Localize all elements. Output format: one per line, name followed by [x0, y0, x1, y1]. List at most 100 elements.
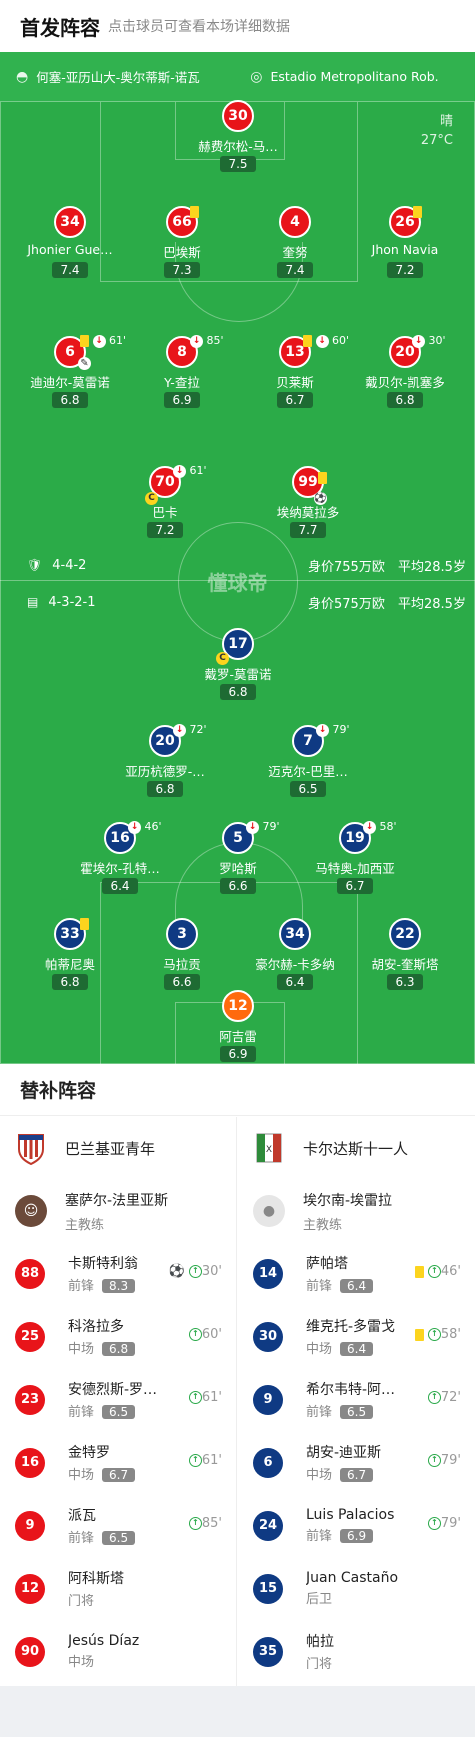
home-player[interactable]: 99 埃纳莫拉多 7.7 [248, 466, 368, 538]
home-player[interactable]: 34 Jhonier Gue… 7.4 [10, 206, 130, 278]
sub-name: Jesús Díaz [68, 1633, 140, 1649]
sub-player[interactable]: 14 萨帕塔 前锋 6.4 ↑ 46' [238, 1242, 475, 1305]
match-info-bar: ◓ 何塞-亚历山大-奥尔蒂斯-诺瓦 ◎ Estadio Metropolitan… [0, 52, 475, 102]
away-subs-column: X 卡尔达斯十一人 ● 埃尔南-埃雷拉 主教练 14 萨帕塔 前锋 6.4 ↑ 46' 3… [238, 1117, 475, 1686]
sub-player[interactable]: 30 维克托-多雷戈 中场 6.4 ↑ 58' [238, 1305, 475, 1368]
sub-position: 中场 [306, 1468, 333, 1483]
sub-player[interactable]: 25 科洛拉多 中场 6.8 ↑ 60' [0, 1305, 236, 1368]
substitution-icon: ↓ [173, 464, 186, 478]
away-player[interactable]: 22 胡安-奎斯塔 6.3 [345, 918, 465, 990]
yellow-card-icon [413, 206, 422, 218]
player-name: 马拉贡 [163, 957, 201, 971]
home-subs-column: 巴兰基亚青年 ☺ 塞萨尔-法里亚斯 主教练 88 卡斯特利翁 前锋 8.3 ⚽ ↑ 30' … [0, 1117, 237, 1686]
lineup-header: 首发阵容 点击球员可查看本场详细数据 [0, 0, 475, 52]
away-player[interactable]: 20 亚历杭德罗-… 6.8 [105, 725, 225, 797]
player-number: 12 [222, 990, 254, 1022]
temperature-text: 27°C [420, 133, 453, 148]
sub-player[interactable]: 15 Juan Castaño 后卫 [238, 1557, 475, 1620]
sub-on-icon: ↑ [188, 1328, 202, 1341]
away-player[interactable]: 3 马拉贡 6.6 [122, 918, 242, 990]
home-player[interactable]: 4 奎努 7.4 [235, 206, 355, 278]
sub-player[interactable]: 88 卡斯特利翁 前锋 8.3 ⚽ ↑ 30' [0, 1242, 236, 1305]
sub-position: 中场 [68, 1468, 95, 1483]
substitution-icon: ↓ [246, 820, 259, 834]
coach-avatar: ☺ [15, 1195, 47, 1227]
away-team-header[interactable]: X 卡尔达斯十一人 [238, 1117, 475, 1180]
away-player[interactable]: 33 帕蒂尼奥 6.8 [10, 918, 130, 990]
home-coach[interactable]: ☺ 塞萨尔-法里亚斯 主教练 [0, 1180, 236, 1242]
page-footer [0, 1686, 475, 1737]
referee-name: 何塞-亚历山大-奥尔蒂斯-诺瓦 [36, 70, 200, 85]
home-player[interactable]: 30 赫费尔松-马… 7.5 [178, 100, 298, 172]
sub-rating: 6.7 [102, 1468, 136, 1482]
yellow-card-icon [80, 918, 89, 930]
sub-position: 前锋 [68, 1279, 95, 1294]
player-rating: 6.3 [387, 974, 423, 990]
sub-player[interactable]: 9 派瓦 前锋 6.5 ↑ 85' [0, 1494, 236, 1557]
away-player[interactable]: 12 阿吉雷 6.9 [178, 990, 298, 1062]
away-player[interactable]: 7 迈克尔-巴里… 6.5 [248, 725, 368, 797]
away-coach[interactable]: ● 埃尔南-埃雷拉 主教练 [238, 1180, 475, 1242]
sub-player[interactable]: 12 阿科斯塔 门将 [0, 1557, 236, 1620]
sub-on-icon: ↑ [188, 1265, 202, 1278]
player-number: 22 [389, 918, 421, 950]
pitch: ◓ 何塞-亚历山大-奥尔蒂斯-诺瓦 ◎ Estadio Metropolitan… [0, 52, 475, 1064]
sub-rating: 6.8 [102, 1342, 136, 1356]
sub-name: 派瓦 [68, 1508, 96, 1524]
captain-icon: C [145, 492, 158, 505]
yellow-card-icon [414, 1265, 424, 1278]
sub-player[interactable]: 6 胡安-迪亚斯 中场 6.7 ↑ 79' [238, 1431, 475, 1494]
home-player[interactable]: 70 巴卡 7.2 [105, 466, 225, 538]
weather-block: 晴 27°C [421, 110, 453, 148]
sub-number: 35 [253, 1636, 283, 1667]
away-player[interactable]: 19 马特奥-加西亚 6.7 [295, 822, 415, 894]
yellow-card-icon [303, 335, 312, 347]
sub-player[interactable]: 35 帕拉 门将 [238, 1620, 475, 1683]
home-team-header[interactable]: 巴兰基亚青年 [0, 1117, 236, 1180]
coach-avatar-placeholder-icon: ● [253, 1195, 285, 1227]
sub-player[interactable]: 16 金特罗 中场 6.7 ↑ 61' [0, 1431, 236, 1494]
sub-on-icon: ↑ [427, 1517, 441, 1530]
away-player[interactable]: 17 戴罗-莫雷诺 6.8 [178, 628, 298, 700]
sub-number: 15 [253, 1573, 283, 1604]
away-player[interactable]: 16 霍埃尔-孔特… 6.4 [60, 822, 180, 894]
sub-name: 阿科斯塔 [68, 1571, 124, 1587]
player-name: Jhonier Gue… [27, 242, 113, 257]
away-formation: 4-3-2-1 [48, 594, 96, 610]
sub-player[interactable]: 23 安德烈斯-罗… 前锋 6.5 ↑ 61' [0, 1368, 236, 1431]
sub-number: 30 [253, 1321, 283, 1352]
home-team-name: 巴兰基亚青年 [65, 1140, 156, 1158]
sub-minute: 79' [332, 723, 350, 736]
sub-number: 25 [15, 1321, 45, 1352]
sub-number: 16 [15, 1447, 45, 1478]
player-name: 迪迪尔-莫雷诺 [30, 375, 110, 389]
away-player[interactable]: 5 罗哈斯 6.6 [178, 822, 298, 894]
sub-number: 88 [15, 1258, 45, 1289]
sub-position: 前锋 [68, 1405, 95, 1420]
sub-minute: 60' [201, 1327, 222, 1342]
player-name: 巴埃斯 [163, 245, 201, 259]
player-rating: 6.4 [102, 878, 138, 894]
away-player[interactable]: 34 豪尔赫-卡多纳 6.4 [235, 918, 355, 990]
sub-player[interactable]: 24 Luis Palacios 前锋 6.9 ↑ 79' [238, 1494, 475, 1557]
player-rating: 7.2 [387, 262, 423, 278]
sub-position: 中场 [306, 1342, 333, 1357]
sub-position: 前锋 [68, 1531, 95, 1546]
sub-off-badge: ↓ 79' [316, 723, 350, 737]
home-player[interactable]: 66 巴埃斯 7.3 [122, 206, 242, 278]
sub-minute: 58' [379, 820, 397, 833]
sub-off-badge: ↓ 58' [363, 820, 397, 834]
player-name: 胡安-奎斯塔 [371, 957, 439, 971]
coach-name: 塞萨尔-法里亚斯 [65, 1192, 169, 1209]
home-player[interactable]: 8 Y-查拉 6.9 [122, 336, 242, 408]
sub-player[interactable]: 90 Jesús Díaz 中场 [0, 1620, 236, 1683]
sub-player[interactable]: 9 希尔韦特-阿… 前锋 6.5 ↑ 72' [238, 1368, 475, 1431]
home-player[interactable]: 26 Jhon Navia 7.2 [345, 206, 465, 278]
away-team-logo-icon: X [253, 1132, 285, 1166]
home-player[interactable]: 20 戴贝尔-凯塞多 6.8 [345, 336, 465, 408]
substitution-icon: ↓ [315, 334, 329, 348]
player-name: 奎努 [282, 245, 308, 259]
home-team-summary: 🛡 4-4-2 身价755万欧 平均28.5岁 [0, 550, 475, 580]
substitution-icon: ↓ [316, 723, 329, 737]
player-number: 30 [222, 100, 254, 132]
